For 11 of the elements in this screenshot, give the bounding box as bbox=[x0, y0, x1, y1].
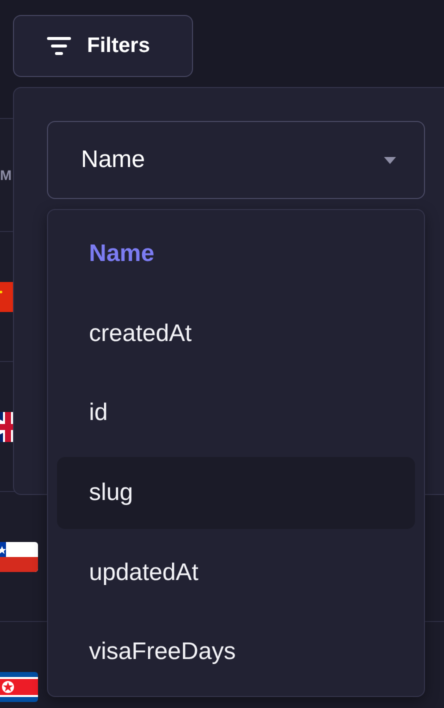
filter-icon bbox=[47, 36, 71, 56]
dropdown-option[interactable]: visaFreeDays bbox=[57, 616, 415, 688]
dropdown-option[interactable]: id bbox=[57, 377, 415, 450]
filters-button[interactable]: Filters bbox=[13, 15, 193, 77]
column-header: M bbox=[0, 167, 12, 183]
caret-icon bbox=[384, 156, 396, 164]
dropdown-option[interactable]: slug bbox=[57, 457, 415, 529]
field-select[interactable]: Name bbox=[47, 121, 425, 199]
dropdown-option[interactable]: Name bbox=[57, 218, 415, 290]
dropdown-option[interactable]: createdAt bbox=[57, 298, 415, 370]
dropdown-option[interactable]: updatedAt bbox=[57, 536, 415, 608]
